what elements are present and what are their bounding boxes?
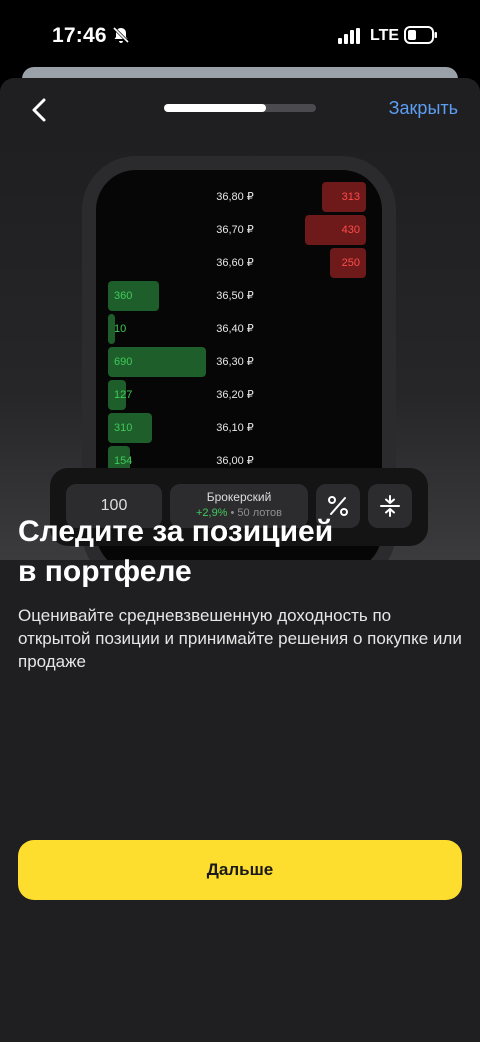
title-line-1: Следите за позицией [18, 515, 334, 548]
price-level: 36,80 ₽ [216, 191, 254, 203]
price-level: 36,50 ₽ [216, 290, 254, 302]
order-book-row: 430 36,70 ₽ [96, 215, 382, 245]
account-name: Брокерский [206, 490, 272, 504]
story-progress [164, 104, 316, 112]
next-button[interactable]: Дальше [18, 840, 462, 900]
ask-quantity: 430 [341, 224, 360, 236]
bid-quantity: 10 [114, 323, 127, 335]
status-bar: 17:46 LTE [0, 0, 480, 70]
price-level: 36,20 ₽ [216, 389, 254, 401]
order-book-row: 250 36,60 ₽ [96, 248, 382, 278]
status-time: 17:46 [52, 24, 107, 47]
description-text: Оценивайте средневзвешенную доходность п… [18, 606, 462, 671]
bid-quantity: 310 [114, 422, 133, 434]
price-level: 36,10 ₽ [216, 422, 254, 434]
order-book-row: 313 36,80 ₽ [96, 182, 382, 212]
signal-icon [338, 28, 360, 44]
ask-quantity: 250 [341, 257, 360, 269]
back-chevron-icon[interactable] [24, 94, 56, 126]
order-book-row: 10 36,40 ₽ [96, 314, 382, 344]
story-progress-fill [164, 104, 266, 112]
bell-muted-icon [112, 26, 130, 44]
title-line-2: в портфеле [18, 555, 192, 588]
ask-quantity: 313 [341, 191, 360, 203]
price-level: 36,70 ₽ [216, 224, 254, 236]
battery-icon [404, 26, 437, 44]
price-level: 36,40 ₽ [216, 323, 254, 335]
order-book-row: 127 36,20 ₽ [96, 380, 382, 410]
price-level: 36,60 ₽ [216, 257, 254, 269]
order-book-row: 360 36,50 ₽ [96, 281, 382, 311]
price-level: 36,30 ₽ [216, 356, 254, 368]
bid-quantity: 360 [114, 290, 133, 302]
close-button[interactable]: Закрыть [389, 98, 458, 119]
bid-quantity: 690 [114, 356, 133, 368]
page-title: Следите за позицией в портфеле [18, 512, 462, 592]
illustration: 313 36,80 ₽ 430 36,70 ₽ 250 36,60 ₽ 360 36,50 ₽… [0, 138, 480, 560]
order-book-row: 310 36,10 ₽ [96, 413, 382, 443]
order-book-row: 690 36,30 ₽ [96, 347, 382, 377]
bid-quantity: 127 [114, 389, 133, 401]
price-level: 36,00 ₽ [216, 455, 254, 467]
bid-quantity: 154 [114, 455, 133, 467]
network-label: LTE [370, 27, 400, 44]
